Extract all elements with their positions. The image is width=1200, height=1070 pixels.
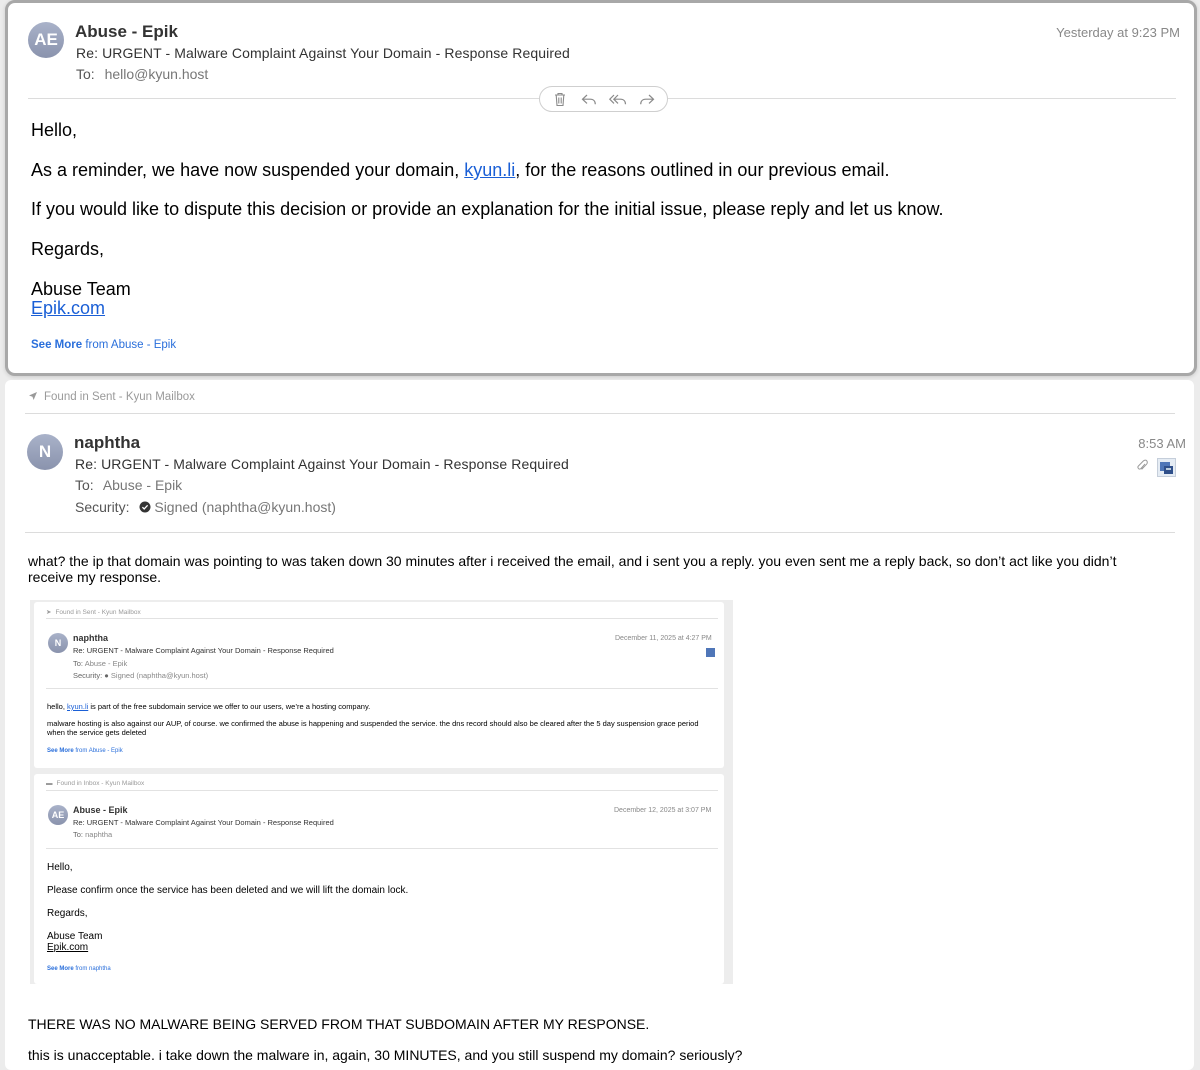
verified-badge-icon: ● (104, 671, 109, 680)
body-paragraph-1: As a reminder, we have now suspended you… (31, 160, 889, 181)
domain-link[interactable]: kyun.li (464, 160, 515, 180)
found-in-text: Found in Sent - Kyun Mailbox (44, 391, 195, 403)
see-more-link: See More from naphtha (47, 966, 111, 972)
signature-link: Epik.com (47, 942, 89, 953)
message-date: Yesterday at 9:23 PM (1056, 25, 1180, 40)
security-value: Signed (naphtha@kyun.host) (154, 499, 336, 515)
see-more-rest: from Abuse - Epik (73, 748, 123, 754)
to-value[interactable]: Abuse - Epik (103, 477, 182, 493)
found-in-text: Found in Sent - Kyun Mailbox (55, 609, 141, 616)
body-greeting: Hello, (47, 862, 73, 873)
inbox-icon: ▬ (46, 780, 53, 787)
avatar: N (48, 633, 68, 653)
to-label: To: (75, 477, 94, 493)
subject-line: Re: URGENT - Malware Complaint Against Y… (73, 818, 334, 827)
body-text: As a reminder, we have now suspended you… (31, 160, 465, 180)
found-in-label: ➤ Found in Sent - Kyun Mailbox (46, 608, 141, 616)
to-line: To: Abuse - Epik (73, 659, 127, 668)
sender-name: naphtha (74, 433, 141, 452)
to-line: To: hello@kyun.host (76, 66, 208, 82)
message-card-abuse-epik[interactable]: AE Abuse - Epik Re: URGENT - Malware Com… (5, 0, 1197, 376)
attachment-icon[interactable] (1136, 459, 1148, 478)
body-regards: Regards, (31, 239, 105, 259)
sender-name: Abuse - Epik (75, 22, 178, 41)
see-more-rest: from Abuse - Epik (82, 339, 177, 351)
body-greeting: Hello, (31, 120, 78, 140)
domain-link: kyun.li (67, 702, 89, 711)
see-more-link: See More from Abuse - Epik (47, 748, 123, 754)
sent-icon (29, 392, 37, 400)
body-text: , for the reasons outlined in our previo… (515, 160, 890, 180)
body-paragraph-3: this is unacceptable. i take down the ma… (28, 1047, 743, 1063)
avatar: AE (48, 805, 68, 825)
security-line: Security: Signed (naphtha@kyun.host) (75, 499, 336, 515)
verified-badge-icon (139, 501, 151, 513)
divider (25, 413, 1175, 414)
body-text: is part of the free subdomain service we… (88, 702, 371, 711)
forward-icon[interactable] (636, 90, 658, 108)
subject-line: Re: URGENT - Malware Complaint Against Y… (76, 45, 570, 61)
reply-all-icon[interactable] (607, 90, 629, 108)
sender-name: naphtha (73, 633, 108, 643)
reply-icon[interactable] (578, 90, 600, 108)
body-paragraph-2: If you would like to dispute this decisi… (31, 199, 944, 219)
embedded-card-naphtha: ➤ Found in Sent - Kyun Mailbox N naphtha … (34, 602, 724, 768)
sender-name: Abuse - Epik (73, 805, 128, 815)
embedded-card-abuse-epik: ▬ Found in Inbox - Kyun Mailbox AE Abuse … (34, 774, 724, 984)
body-paragraph-2: malware hosting is also against our AUP,… (47, 719, 699, 737)
divider (46, 848, 718, 849)
divider (46, 618, 718, 619)
see-more-bold: See More (31, 339, 83, 351)
signature-team: Abuse Team (47, 931, 103, 942)
message-card-naphtha[interactable]: Found in Sent - Kyun Mailbox N naphtha R… (5, 380, 1194, 1070)
image-attachment-thumbnail-icon[interactable] (1157, 458, 1176, 477)
signature-link[interactable]: Epik.com (31, 298, 105, 319)
avatar: N (27, 434, 63, 470)
security-label: Security: (73, 671, 103, 680)
subject-line: Re: URGENT - Malware Complaint Against Y… (75, 456, 569, 472)
message-date: December 12, 2025 at 3:07 PM (614, 807, 712, 814)
to-label: To: (73, 659, 84, 668)
message-time: 8:53 AM (1138, 436, 1186, 451)
signature-team: Abuse Team (31, 279, 131, 299)
body-regards: Regards, (47, 908, 88, 919)
to-value: naphtha (85, 830, 113, 839)
embedded-screenshot: ➤ Found in Sent - Kyun Mailbox N naphtha … (30, 600, 733, 984)
to-value[interactable]: hello@kyun.host (105, 66, 209, 82)
divider (25, 532, 1175, 533)
message-toolbar (539, 86, 668, 112)
found-in-label: ▬ Found in Inbox - Kyun Mailbox (46, 780, 144, 787)
body-paragraph-1: hello, kyun.li is part of the free subdo… (47, 702, 370, 711)
see-more-bold: See More (47, 748, 74, 754)
to-label: To: (76, 66, 95, 82)
to-label: To: (73, 830, 84, 839)
found-in-text: Found in Inbox - Kyun Mailbox (56, 780, 145, 787)
trash-icon[interactable] (549, 90, 571, 108)
to-line: To: Abuse - Epik (75, 477, 182, 493)
see-more-rest: from naphtha (73, 966, 111, 972)
found-in-label: Found in Sent - Kyun Mailbox (28, 391, 195, 403)
message-date: December 11, 2025 at 4:27 PM (615, 635, 712, 642)
body-text: hello, (47, 702, 68, 711)
to-value: Abuse - Epik (84, 659, 128, 668)
security-label: Security: (75, 499, 130, 515)
security-line: Security: ● Signed (naphtha@kyun.host) (73, 671, 208, 680)
body-paragraph-2: THERE WAS NO MALWARE BEING SERVED FROM T… (28, 1016, 650, 1032)
subject-line: Re: URGENT - Malware Complaint Against Y… (73, 646, 334, 655)
to-line: To: naphtha (73, 830, 112, 839)
divider (46, 688, 718, 689)
sent-icon: ➤ (46, 609, 52, 616)
security-value: Signed (naphtha@kyun.host) (110, 671, 209, 680)
body-paragraph-1: what? the ip that domain was pointing to… (28, 553, 1117, 585)
image-attachment-thumbnail-icon (706, 648, 715, 657)
body-paragraph-1: Please confirm once the service has been… (47, 885, 409, 896)
see-more-bold: See More (47, 966, 74, 972)
see-more-link[interactable]: See More from Abuse - Epik (31, 339, 176, 351)
avatar: AE (28, 22, 64, 58)
divider (46, 790, 718, 791)
